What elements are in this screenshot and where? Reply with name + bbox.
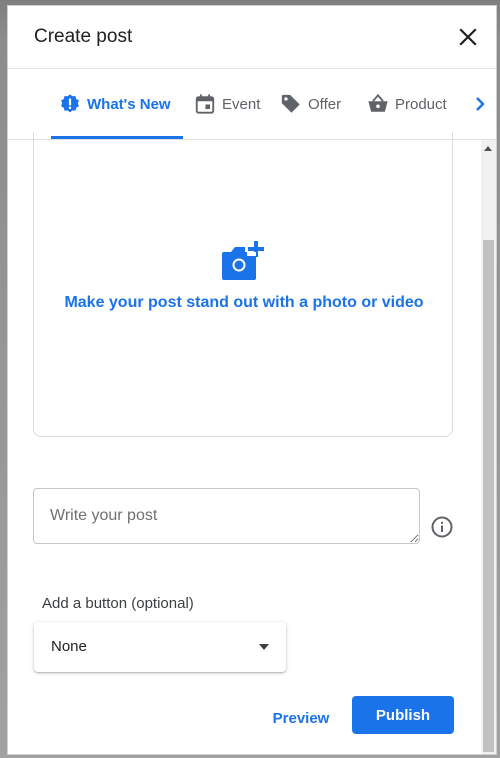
button-type-select[interactable]: None — [34, 622, 286, 672]
post-text-input[interactable] — [33, 488, 420, 544]
calendar-icon — [195, 94, 215, 114]
preview-button[interactable]: Preview — [263, 699, 339, 737]
tab-label: Event — [222, 95, 261, 113]
dropdown-caret-icon — [259, 644, 269, 650]
tab-product[interactable]: Product — [367, 69, 447, 139]
add-media-text: Make your post stand out with a photo or… — [64, 294, 424, 311]
add-media-area[interactable]: Make your post stand out with a photo or… — [33, 132, 453, 437]
tab-label: Product — [395, 95, 447, 113]
tab-event[interactable]: Event — [194, 69, 260, 139]
scroll-up-arrow-icon[interactable] — [484, 146, 492, 151]
basket-icon — [368, 93, 388, 112]
add-button-label: Add a button (optional) — [42, 595, 194, 612]
info-icon[interactable] — [431, 516, 453, 538]
publish-button[interactable]: Publish — [352, 696, 454, 734]
tag-icon — [281, 94, 300, 113]
dialog-content: Make your post stand out with a photo or… — [8, 132, 496, 754]
exclamation-badge-icon — [61, 94, 79, 113]
dialog-header: Create post — [8, 6, 496, 69]
scrollbar-thumb[interactable] — [483, 240, 494, 752]
vertical-scrollbar[interactable] — [481, 140, 496, 754]
tab-label: What's New — [87, 95, 171, 113]
close-icon[interactable] — [456, 25, 480, 49]
tab-whats-new[interactable]: What's New — [59, 69, 171, 139]
create-post-dialog: Create post What's New Event Offer Produ… — [7, 5, 497, 755]
selected-value: None — [51, 638, 87, 655]
add-photo-icon — [222, 241, 264, 280]
dialog-title: Create post — [34, 26, 133, 47]
tab-label: Offer — [308, 95, 342, 113]
chevron-right-icon[interactable] — [470, 92, 490, 116]
post-type-tabs: What's New Event Offer Product — [8, 69, 496, 140]
tab-offer[interactable]: Offer — [280, 69, 341, 139]
